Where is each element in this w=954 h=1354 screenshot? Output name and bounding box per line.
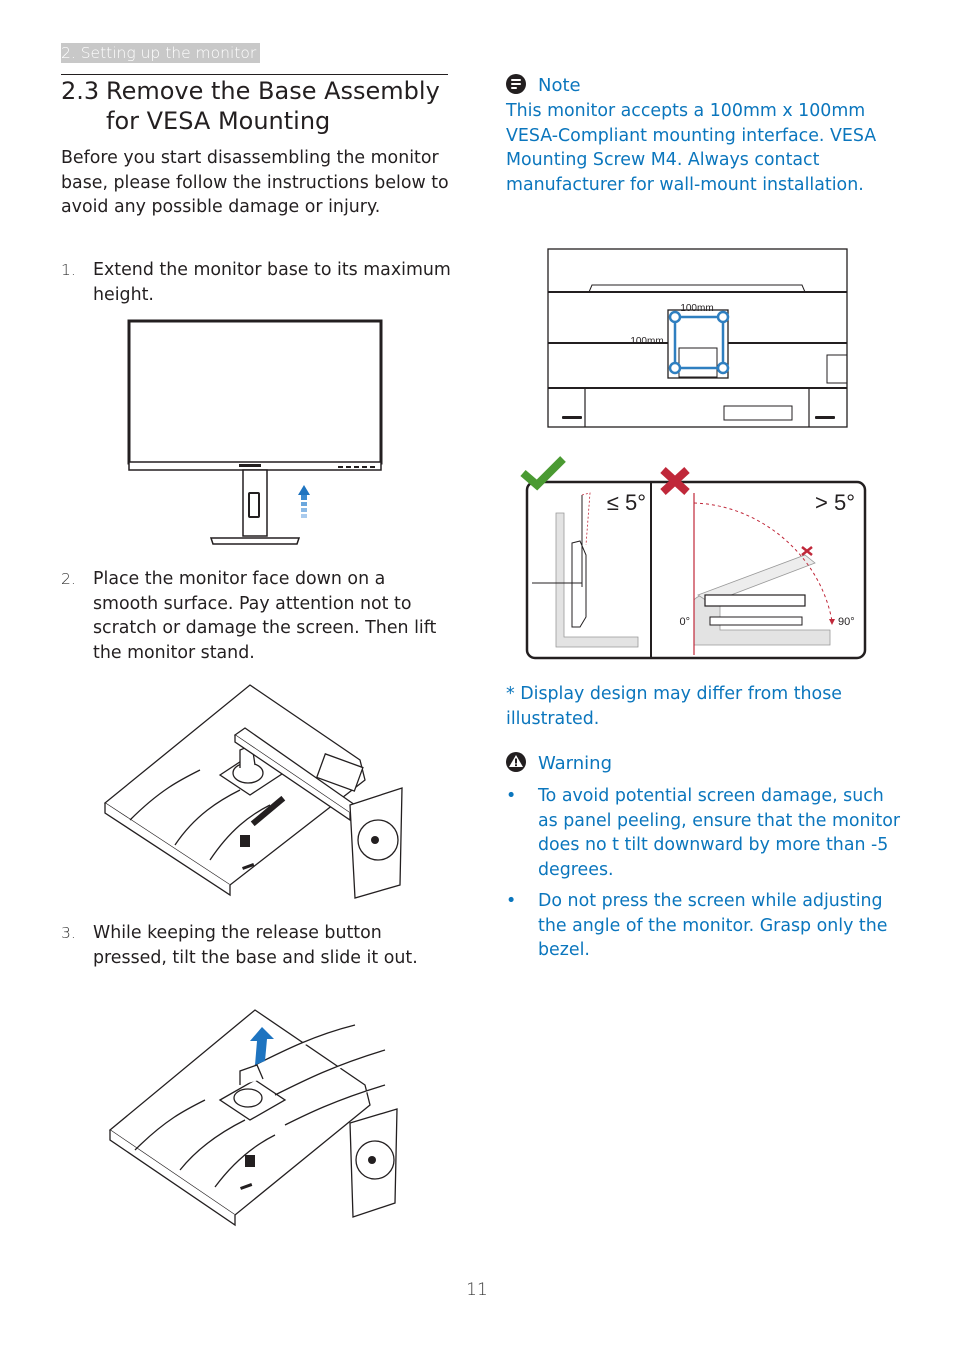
arrow-up-icon — [298, 485, 310, 518]
heading-rule — [61, 74, 448, 75]
angle-start-label: 0° — [679, 616, 690, 628]
step-text: Place the monitor face down on a smooth … — [93, 569, 437, 663]
note-icon — [506, 74, 526, 94]
vesa-mount-diagram: 100mm 100mm — [547, 248, 848, 428]
note-heading: Note — [506, 73, 581, 99]
step-number: 3. — [61, 924, 76, 942]
tilt-angle-diagram: ≤ 5° > 5° 0° 90° — [520, 456, 867, 660]
warning-text: To avoid potential screen damage, such a… — [538, 786, 900, 880]
note-body: This monitor accepts a 100mm x 100mm VES… — [506, 101, 877, 195]
step-text: Extend the monitor base to its maximum h… — [93, 260, 451, 305]
monitor-front-illustration — [127, 319, 383, 545]
step-number: 1. — [61, 261, 76, 279]
tilt-bad-label: > 5° — [815, 490, 855, 515]
bullet-marker: • — [506, 786, 517, 806]
warning-heading-label: Warning — [538, 753, 613, 774]
page-title: Remove the Base Assembly for VESA Mounti… — [106, 77, 440, 135]
bullet-marker: • — [506, 891, 517, 911]
warning-heading: Warning — [506, 751, 612, 777]
vesa-width-label: 100mm — [680, 303, 713, 314]
step-number: 2. — [61, 570, 76, 588]
warning-icon — [506, 752, 526, 772]
vesa-height-label: 100mm — [630, 336, 663, 347]
tilt-ok-label: ≤ 5° — [607, 490, 646, 515]
intro-paragraph: Before you start disassembling the monit… — [61, 148, 449, 217]
section-tab: 2. Setting up the monitor — [61, 43, 261, 63]
page-number: 11 — [466, 1280, 488, 1300]
angle-end-label: 90° — [838, 616, 855, 628]
warning-text: Do not press the screen while adjusting … — [538, 891, 888, 960]
design-disclaimer: * Display design may differ from those i… — [506, 684, 842, 729]
section-number: 2.3 — [61, 77, 100, 105]
step-text: While keeping the release button pressed… — [93, 923, 418, 968]
note-heading-label: Note — [538, 75, 581, 96]
base-release-illustration — [108, 1009, 398, 1227]
monitor-face-down-illustration — [103, 684, 403, 899]
